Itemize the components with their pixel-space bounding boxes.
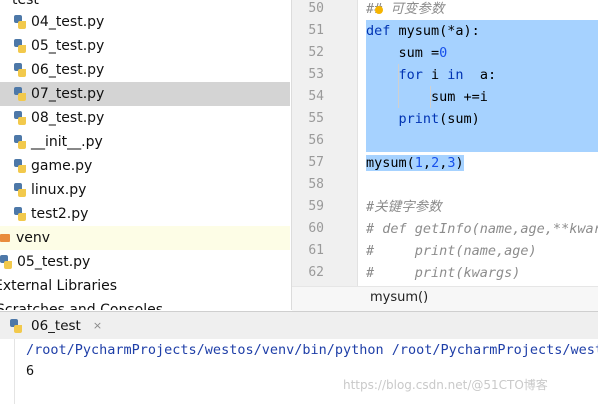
python-file-icon — [14, 207, 26, 221]
tree-item-label: External Libraries — [0, 278, 117, 294]
tree-item-scratches[interactable]: Scratches and Consoles — [0, 298, 286, 310]
python-file-icon — [14, 39, 26, 53]
tree-item-label: __init__.py — [31, 134, 103, 150]
python-file-icon — [14, 159, 26, 173]
line-number: 61 — [308, 243, 324, 258]
python-file-icon — [14, 135, 26, 149]
tree-item-label: 04_test.py — [31, 14, 105, 30]
tree-item-label: test — [12, 0, 39, 8]
tree-item-label: test2.py — [31, 206, 89, 222]
python-run-icon — [10, 318, 22, 333]
line-number: 51 — [308, 23, 324, 38]
code-line-57: mysum(1,2,3) — [366, 155, 464, 171]
tab-run-06-test[interactable]: 06_test × — [0, 312, 110, 339]
close-icon[interactable]: × — [93, 319, 102, 332]
tree-folder-venv[interactable]: venv — [0, 226, 290, 250]
tree-item-label: game.py — [31, 158, 93, 174]
tree-item-linux[interactable]: linux.py — [0, 178, 290, 202]
console-command-line: /root/PycharmProjects/westos/venv/bin/py… — [26, 342, 598, 358]
lightbulb-icon[interactable] — [375, 6, 383, 14]
tree-item-root-05-test[interactable]: 05_test.py — [0, 250, 290, 274]
editor-gutter: 50 51 52 53 54 55 56 57 58 59 60 61 62 — [292, 0, 358, 286]
folder-icon — [0, 234, 10, 242]
tree-item-07-test[interactable]: 07_test.py — [0, 82, 290, 106]
python-file-icon — [14, 87, 26, 101]
code-line-60: # def getInfo(name,age,**kwargs): — [366, 221, 598, 237]
code-editor[interactable]: ## 可变参数 def mysum(*a): sum =0 for i in a… — [358, 0, 598, 286]
line-number: 50 — [308, 1, 324, 16]
line-number: 52 — [308, 45, 324, 60]
watermark: https://blog.csdn.net/@51CTO博客 — [343, 378, 548, 392]
tree-item-init[interactable]: __init__.py — [0, 130, 290, 154]
tree-item-game[interactable]: game.py — [0, 154, 290, 178]
python-file-icon — [0, 255, 12, 269]
line-number: 55 — [308, 111, 324, 126]
line-number: 53 — [308, 67, 324, 82]
line-number: 57 — [308, 155, 324, 170]
line-number: 56 — [308, 133, 324, 148]
tree-item-label: Scratches and Consoles — [0, 302, 163, 310]
console-output: 6 — [26, 363, 35, 379]
tree-item-label: venv — [16, 230, 51, 246]
code-line-53: for i in a: — [398, 67, 497, 83]
python-file-icon — [14, 63, 26, 77]
tree-item-label: 07_test.py — [31, 86, 105, 102]
tree-item-label: 06_test.py — [31, 62, 105, 78]
line-number: 60 — [308, 221, 324, 236]
run-tab-label: 06_test — [31, 317, 81, 334]
tree-item-label: 05_test.py — [31, 38, 105, 54]
code-line-55: print(sum) — [398, 111, 480, 127]
code-line-62: # print(kwargs) — [366, 265, 521, 281]
tree-item-test2[interactable]: test2.py — [0, 202, 290, 226]
tree-item-label: 05_test.py — [17, 254, 91, 270]
code-line-51: def mysum(*a): — [366, 23, 480, 39]
code-line-50: ## 可变参数 — [366, 1, 445, 17]
code-line-52: sum =0 — [366, 45, 448, 61]
code-line-59: #关键字参数 — [366, 199, 442, 215]
line-number: 54 — [308, 89, 324, 104]
run-tool-window-tabs: 06_test × — [0, 311, 598, 340]
code-line-54: sum +=i — [366, 89, 488, 105]
breadcrumb[interactable]: mysum() — [370, 290, 428, 305]
tree-item-04-test[interactable]: 04_test.py — [0, 10, 290, 34]
project-tree: test 04_test.py 05_test.py 06_test.py 07… — [0, 0, 290, 310]
line-number: 62 — [308, 265, 324, 280]
tree-item-label: linux.py — [31, 182, 87, 198]
console-left-bar — [14, 339, 15, 404]
code-line-61: # print(name,age) — [366, 243, 537, 259]
python-file-icon — [14, 111, 26, 125]
tree-item-label: 08_test.py — [31, 110, 105, 126]
line-number: 59 — [308, 199, 324, 214]
tree-item-05-test[interactable]: 05_test.py — [0, 34, 290, 58]
tree-item-08-test[interactable]: 08_test.py — [0, 106, 290, 130]
line-number: 58 — [308, 177, 324, 192]
tree-item-external-libraries[interactable]: External Libraries — [0, 274, 284, 298]
breadcrumb-bar: mysum() — [292, 286, 598, 311]
python-file-icon — [14, 15, 26, 29]
run-console[interactable]: /root/PycharmProjects/westos/venv/bin/py… — [0, 339, 598, 404]
python-file-icon — [14, 183, 26, 197]
tree-item-06-test[interactable]: 06_test.py — [0, 58, 290, 82]
